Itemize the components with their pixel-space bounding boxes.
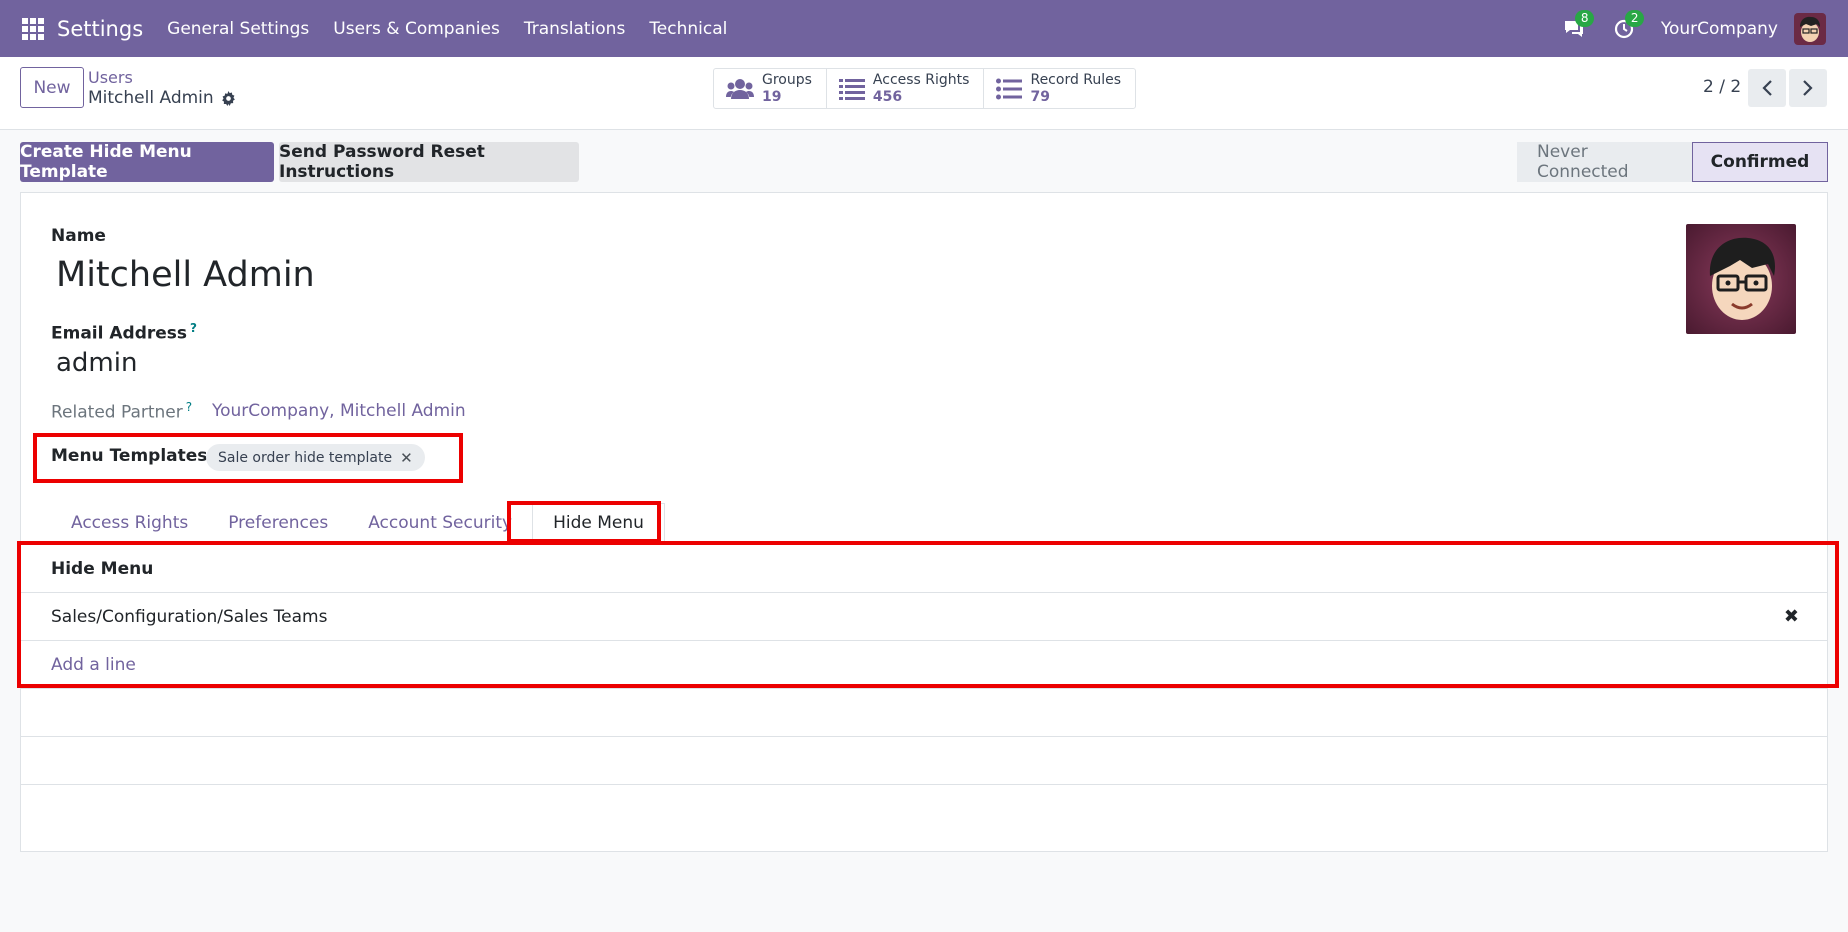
- users-icon: [726, 77, 754, 101]
- access-rights-stat-label: Access Rights: [872, 71, 970, 88]
- empty-row: [21, 689, 1827, 737]
- activities-badge: 2: [1624, 9, 1645, 27]
- send-password-reset-button[interactable]: Send Password Reset Instructions: [279, 142, 579, 182]
- status-never-connected[interactable]: Never Connected: [1517, 142, 1692, 182]
- form-sheet: Name Mitchell Admin Email Address? admin…: [20, 192, 1828, 852]
- menu-template-tag-label: Sale order hide template: [218, 449, 393, 466]
- app-name[interactable]: Settings: [57, 17, 143, 41]
- pager-previous-button[interactable]: [1748, 69, 1786, 107]
- add-line-row: Add a line: [21, 641, 1827, 689]
- table-row[interactable]: Sales/Configuration/Sales Teams ✖: [21, 593, 1827, 641]
- column-header-hide-menu[interactable]: Hide Menu: [51, 559, 153, 579]
- email-help-icon[interactable]: ?: [190, 321, 197, 335]
- gear-icon[interactable]: [221, 90, 236, 106]
- messages-button[interactable]: 8: [1561, 9, 1595, 42]
- email-label: Email Address?: [51, 321, 197, 344]
- user-avatar[interactable]: [1794, 12, 1826, 45]
- access-rights-stat-text: Access Rights 456: [873, 72, 970, 106]
- profile-image[interactable]: [1686, 224, 1796, 334]
- status-confirmed[interactable]: Confirmed: [1692, 142, 1828, 182]
- top-navbar: Settings General Settings Users & Compan…: [0, 0, 1848, 57]
- menu-users-companies[interactable]: Users & Companies: [333, 19, 500, 39]
- hide-menu-cell[interactable]: Sales/Configuration/Sales Teams: [51, 607, 327, 627]
- name-field[interactable]: Mitchell Admin: [56, 255, 315, 295]
- list-icon: [996, 78, 1023, 100]
- groups-stat-button[interactable]: Groups 19: [714, 69, 827, 108]
- tab-preferences[interactable]: Preferences: [208, 503, 348, 543]
- menu-general-settings[interactable]: General Settings: [167, 19, 309, 39]
- navbar-systray: 8 2 YourCompany: [1561, 0, 1848, 57]
- chevron-left-icon: [1762, 80, 1772, 96]
- record-rules-stat-value: 79: [1030, 88, 1050, 105]
- pager-next-button[interactable]: [1789, 69, 1827, 107]
- related-partner-label-text: Related Partner: [51, 402, 183, 423]
- tab-access-rights[interactable]: Access Rights: [51, 503, 208, 543]
- create-hide-menu-template-button[interactable]: Create Hide Menu Template: [20, 142, 274, 182]
- menu-template-tag: Sale order hide template ✕: [206, 444, 425, 471]
- activities-button[interactable]: 2: [1611, 9, 1645, 42]
- new-button[interactable]: New: [20, 67, 84, 108]
- access-rights-stat-button[interactable]: Access Rights 456: [827, 69, 985, 108]
- avatar-icon: [1686, 224, 1796, 334]
- groups-stat-label: Groups: [762, 71, 812, 88]
- list-icon: [838, 78, 865, 100]
- groups-stat-value: 19: [762, 88, 782, 105]
- tab-account-security[interactable]: Account Security: [348, 503, 532, 543]
- breadcrumb-current: Mitchell Admin: [88, 88, 236, 108]
- tag-remove-icon[interactable]: ✕: [400, 449, 413, 467]
- apps-grid-icon[interactable]: [22, 17, 44, 40]
- access-rights-stat-value: 456: [872, 88, 903, 105]
- notebook-tabs: Access Rights Preferences Account Securi…: [51, 503, 665, 543]
- company-switcher[interactable]: YourCompany: [1661, 19, 1778, 39]
- delete-row-icon[interactable]: ✖: [1784, 606, 1799, 627]
- add-line-link[interactable]: Add a line: [51, 655, 136, 675]
- name-label: Name: [51, 226, 106, 246]
- pager-value[interactable]: 2 / 2: [1703, 77, 1741, 97]
- chevron-right-icon: [1803, 80, 1813, 96]
- related-partner-link[interactable]: YourCompany, Mitchell Admin: [212, 401, 466, 421]
- control-panel: New Users Mitchell Admin Groups 19 Acces…: [0, 57, 1848, 130]
- groups-stat-text: Groups 19: [762, 72, 812, 106]
- statusbar: Never Connected Confirmed: [1517, 142, 1828, 182]
- partner-help-icon[interactable]: ?: [186, 400, 192, 414]
- smart-buttons: Groups 19 Access Rights 456 Record Rules…: [713, 68, 1137, 109]
- related-partner-label: Related Partner?: [51, 400, 192, 423]
- hide-menu-table: Hide Menu Sales/Configuration/Sales Team…: [21, 544, 1827, 833]
- menu-technical[interactable]: Technical: [649, 19, 727, 39]
- email-label-text: Email Address: [51, 323, 188, 344]
- record-rules-stat-text: Record Rules 79: [1030, 72, 1121, 106]
- tab-hide-menu[interactable]: Hide Menu: [532, 503, 665, 543]
- record-rules-stat-label: Record Rules: [1030, 71, 1122, 88]
- record-rules-stat-button[interactable]: Record Rules 79: [984, 69, 1135, 108]
- breadcrumb-current-label: Mitchell Admin: [88, 88, 214, 108]
- messages-badge: 8: [1574, 9, 1595, 27]
- empty-row: [21, 737, 1827, 785]
- avatar-icon: [1794, 12, 1826, 45]
- menu-templates-label: Menu Templates: [51, 446, 208, 466]
- empty-row: [21, 785, 1827, 833]
- breadcrumb-users[interactable]: Users: [88, 68, 133, 87]
- menu-translations[interactable]: Translations: [524, 19, 626, 39]
- table-header: Hide Menu: [21, 545, 1827, 593]
- email-field[interactable]: admin: [56, 348, 137, 378]
